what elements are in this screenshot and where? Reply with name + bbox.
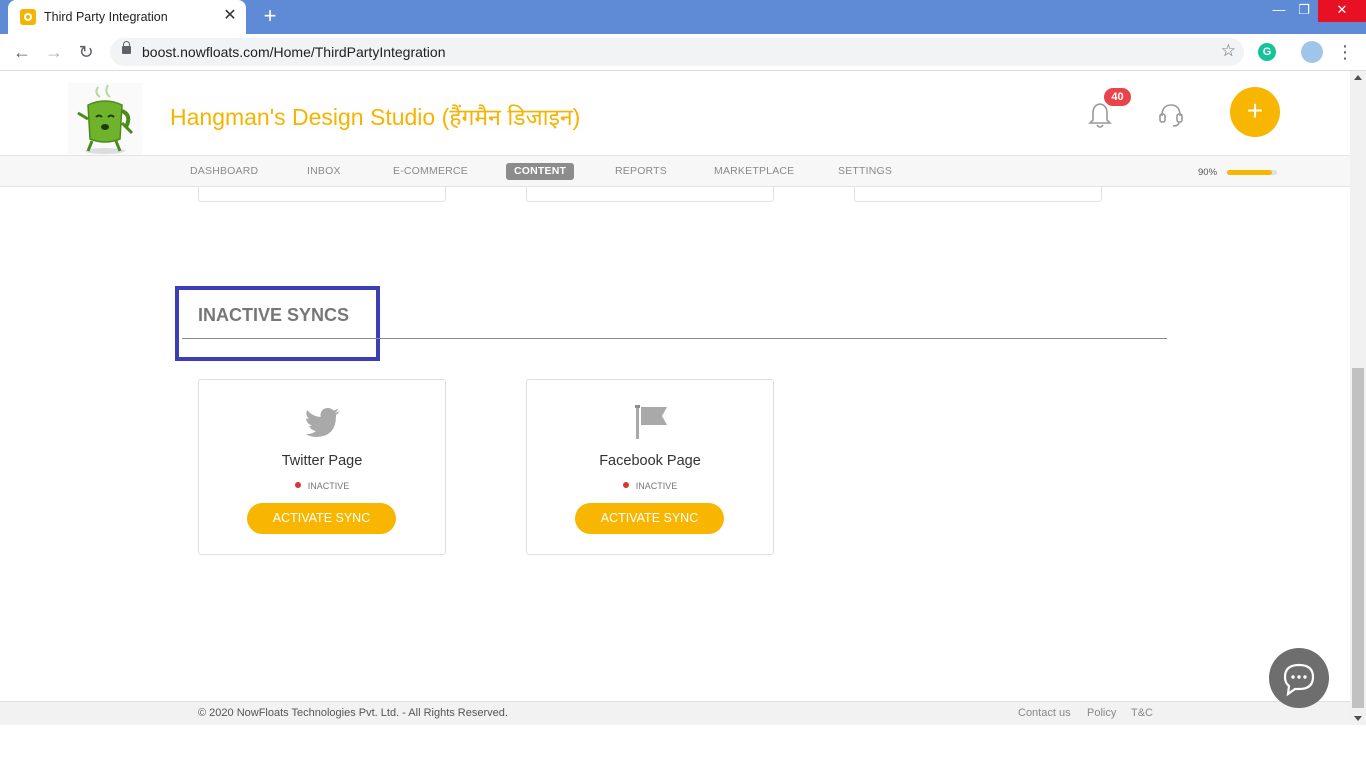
active-sync-card-stub [854, 187, 1102, 202]
headset-support-icon[interactable] [1157, 101, 1185, 129]
sync-card-title: Twitter Page [281, 453, 363, 469]
active-sync-card-stub [198, 187, 446, 202]
grammarly-extension-icon[interactable]: G [1258, 43, 1276, 61]
nav-item-content[interactable]: CONTENT [506, 163, 575, 180]
footer-link-contact[interactable]: Contact us [1018, 707, 1071, 719]
nav-item-marketplace[interactable]: MARKETPLACE [706, 163, 802, 180]
sync-status: INACTIVE [527, 481, 773, 491]
reload-icon[interactable]: ↻ [74, 40, 98, 64]
notification-count-badge: 40 [1104, 88, 1131, 106]
profile-completion-fill [1227, 170, 1272, 175]
browser-tab[interactable]: Third Party Integration ✕ [8, 0, 246, 34]
browser-tab-strip: Third Party Integration ✕ + — ❐ ✕ [0, 0, 1366, 34]
logo-mascot-icon[interactable] [68, 83, 142, 155]
chat-bubble-icon [1283, 663, 1315, 697]
forward-icon[interactable]: → [42, 40, 66, 64]
sync-status-label: INACTIVE [635, 481, 678, 491]
address-bar[interactable]: boost.nowfloats.com/Home/ThirdPartyInteg… [110, 38, 1244, 66]
bookmark-star-icon[interactable]: ☆ [1221, 41, 1236, 61]
back-icon[interactable]: ← [10, 40, 34, 64]
site-footer: © 2020 NowFloats Technologies Pvt. Ltd. … [0, 701, 1350, 725]
profile-avatar[interactable] [1301, 41, 1323, 63]
footer-link-policy[interactable]: Policy [1087, 707, 1116, 719]
profile-completion-bar [1227, 170, 1277, 175]
active-sync-card-stub [526, 187, 774, 202]
lock-icon [122, 41, 131, 54]
section-title: INACTIVE SYNCS [198, 305, 350, 325]
status-dot-icon [294, 482, 301, 488]
browser-toolbar: ← → ↻ boost.nowfloats.com/Home/ThirdPart… [0, 34, 1366, 71]
main-nav: DASHBOARD INBOX E-COMMERCE CONTENT REPOR… [0, 155, 1350, 187]
footer-link-terms[interactable]: T&C [1131, 707, 1153, 719]
url-text[interactable]: boost.nowfloats.com/Home/ThirdPartyInteg… [142, 44, 445, 60]
sync-card-twitter: Twitter Page INACTIVE ACTIVATE SYNC [198, 379, 446, 555]
page-viewport: Hangman's Design Studio (हैंगमैन डिजाइन)… [0, 71, 1350, 725]
copyright-text: © 2020 NowFloats Technologies Pvt. Ltd. … [198, 707, 508, 719]
business-name[interactable]: Hangman's Design Studio (हैंगमैन डिजाइन) [162, 96, 589, 132]
scroll-up-arrow-icon[interactable] [1354, 75, 1362, 80]
sync-card-title: Facebook Page [599, 453, 701, 469]
scroll-down-arrow-icon[interactable] [1354, 716, 1362, 721]
window-close-button[interactable]: ✕ [1318, 0, 1366, 22]
chat-widget-button[interactable] [1269, 648, 1329, 708]
page-scrollbar[interactable] [1350, 71, 1366, 725]
favicon-icon [20, 9, 36, 25]
activate-sync-button-twitter[interactable]: ACTIVATE SYNC [247, 503, 396, 534]
sync-card-facebook: Facebook Page INACTIVE ACTIVATE SYNC [526, 379, 774, 555]
browser-menu-icon[interactable]: ⋮ [1336, 40, 1354, 64]
tab-title: Third Party Integration [44, 10, 168, 24]
nav-item-dashboard[interactable]: DASHBOARD [182, 163, 266, 180]
site-header: Hangman's Design Studio (हैंगमैन डिजाइन)… [0, 71, 1350, 155]
new-tab-button[interactable]: + [258, 5, 282, 29]
scrollbar-thumb[interactable] [1352, 368, 1364, 708]
restore-button[interactable]: ❐ [1287, 0, 1321, 22]
flag-icon [635, 405, 667, 439]
sync-status-label: INACTIVE [307, 481, 350, 491]
activate-sync-button-facebook[interactable]: ACTIVATE SYNC [575, 503, 724, 534]
twitter-icon [305, 408, 340, 437]
nav-item-inbox[interactable]: INBOX [299, 163, 349, 180]
tab-close-icon[interactable]: ✕ [222, 8, 238, 24]
nav-item-ecommerce[interactable]: E-COMMERCE [385, 163, 476, 180]
section-divider [182, 338, 1167, 339]
add-button[interactable]: + [1230, 87, 1280, 137]
sync-status: INACTIVE [199, 481, 445, 491]
profile-completion-label: 90% [1198, 167, 1218, 178]
status-dot-icon [622, 482, 629, 488]
nav-item-reports[interactable]: REPORTS [607, 163, 675, 180]
nav-item-settings[interactable]: SETTINGS [830, 163, 900, 180]
